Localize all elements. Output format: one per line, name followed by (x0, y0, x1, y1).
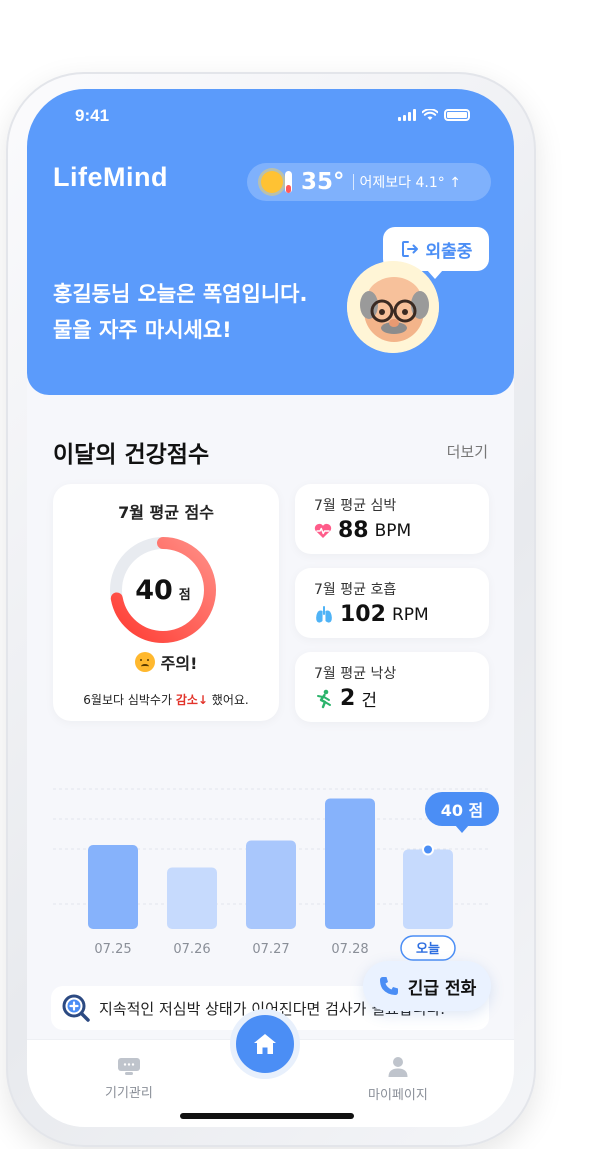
exit-icon (401, 241, 418, 257)
weather-divider (352, 174, 354, 190)
thermometer-icon (285, 171, 292, 193)
lungs-icon (316, 605, 332, 623)
outing-status-label: 외출중 (425, 241, 473, 262)
today-marker-dot (422, 843, 434, 856)
respiration-label: 7월 평균 호흡 (314, 582, 397, 598)
score-status-label: 주의! (160, 654, 198, 673)
home-indicator (180, 1113, 354, 1119)
fall-value: 2 (340, 686, 356, 711)
nav-devices-label: 기기관리 (105, 1086, 153, 1101)
score-value-wrap: 40 점 (109, 536, 217, 644)
chart-x-tick-label: 07.25 (94, 942, 131, 957)
respiration-value-row: 102 RPM (314, 602, 429, 627)
emergency-call-label: 긴급 전화 (407, 978, 477, 999)
heart-rate-card[interactable]: 7월 평균 심박 88 BPM (295, 484, 489, 554)
nav-mypage-label: 마이페이지 (368, 1088, 428, 1103)
chart-x-tick-label: 07.26 (173, 942, 210, 957)
fall-icon (317, 689, 331, 708)
chart-x-tick-label: 07.27 (252, 942, 289, 957)
status-time: 9:41 (75, 106, 110, 125)
signal-icon (398, 109, 416, 121)
respiration-card[interactable]: 7월 평균 호흡 102 RPM (295, 568, 489, 638)
respiration-value: 102 (340, 602, 386, 627)
heart-icon (314, 523, 332, 538)
header-banner: 9:41 LifeMind 35° 어제보다 4.1° ↑ 외출중 홍길동님 오… (27, 89, 514, 395)
section-title: 이달의 건강점수 (53, 442, 210, 468)
chart-bar[interactable] (403, 849, 453, 930)
nav-devices[interactable]: 기기관리 (105, 1056, 153, 1101)
respiration-unit: RPM (391, 604, 429, 625)
heart-rate-label: 7월 평균 심박 (314, 498, 397, 514)
fall-value-row: 2 건 (314, 686, 377, 711)
score-unit: 점 (178, 587, 191, 603)
phone-icon (379, 977, 398, 995)
today-score-tooltip: 40 점 (425, 792, 499, 833)
sun-icon (261, 171, 283, 193)
fall-unit: 건 (361, 691, 377, 711)
chart-x-tick-label: 07.28 (331, 942, 368, 957)
greeting-message: 홍길동님 오늘은 폭염입니다. 물을 자주 마시세요! (53, 276, 307, 348)
score-note-prefix: 6월보다 심박수가 (83, 693, 172, 707)
worried-face-icon (134, 652, 155, 672)
weather-temperature: 35° (301, 169, 345, 195)
fall-card[interactable]: 7월 평균 낙상 2 건 (295, 652, 489, 722)
more-link[interactable]: 더보기 (447, 441, 488, 462)
heart-rate-value: 88 (338, 518, 369, 543)
person-icon (388, 1057, 408, 1077)
heart-rate-unit: BPM (374, 520, 412, 541)
elder-face-illustration (347, 261, 439, 353)
greeting-line-2: 물을 자주 마시세요! (53, 318, 232, 342)
score-card-title: 7월 평균 점수 (118, 503, 214, 522)
chart-x-tick-label: 오늘 (416, 942, 440, 957)
score-note: 6월보다 심박수가 감소↓ 했어요. (53, 691, 279, 708)
device-icon (117, 1058, 140, 1075)
battery-icon (444, 109, 470, 121)
heart-rate-value-row: 88 BPM (314, 518, 411, 543)
chart-bar[interactable] (325, 798, 375, 930)
score-value: 40 (135, 574, 173, 606)
daily-score-chart: 07.25 07.26 07.27 07.28 오늘 (53, 788, 489, 961)
weather-chip[interactable]: 35° 어제보다 4.1° ↑ (247, 163, 491, 201)
app-logo: LifeMind (53, 162, 168, 192)
fall-label: 7월 평균 낙상 (314, 666, 397, 682)
nav-mypage[interactable]: 마이페이지 (368, 1056, 428, 1103)
score-status: 주의! (53, 650, 279, 674)
search-plus-icon (62, 994, 90, 1022)
score-card[interactable]: 7월 평균 점수 40 점 주의! 6월보다 심박수가 감소↓ 했어요. (53, 484, 279, 721)
score-note-suffix: 했어요. (211, 693, 249, 707)
home-button[interactable] (230, 1009, 300, 1079)
chart-bar[interactable] (246, 840, 296, 930)
score-note-highlight: 감소↓ (175, 693, 208, 707)
chart-bar[interactable] (167, 867, 217, 930)
home-icon (254, 1034, 276, 1054)
wifi-icon (422, 109, 438, 120)
weather-difference: 어제보다 4.1° ↑ (359, 175, 461, 191)
greeting-line-1: 홍길동님 오늘은 폭염입니다. (53, 282, 308, 306)
emergency-call-button[interactable]: 긴급 전화 (363, 961, 491, 1011)
elder-avatar (347, 261, 439, 353)
chart-bar[interactable] (88, 845, 138, 929)
app-screen: 9:41 LifeMind 35° 어제보다 4.1° ↑ 외출중 홍길동님 오… (27, 89, 514, 1127)
status-icons (398, 109, 470, 121)
